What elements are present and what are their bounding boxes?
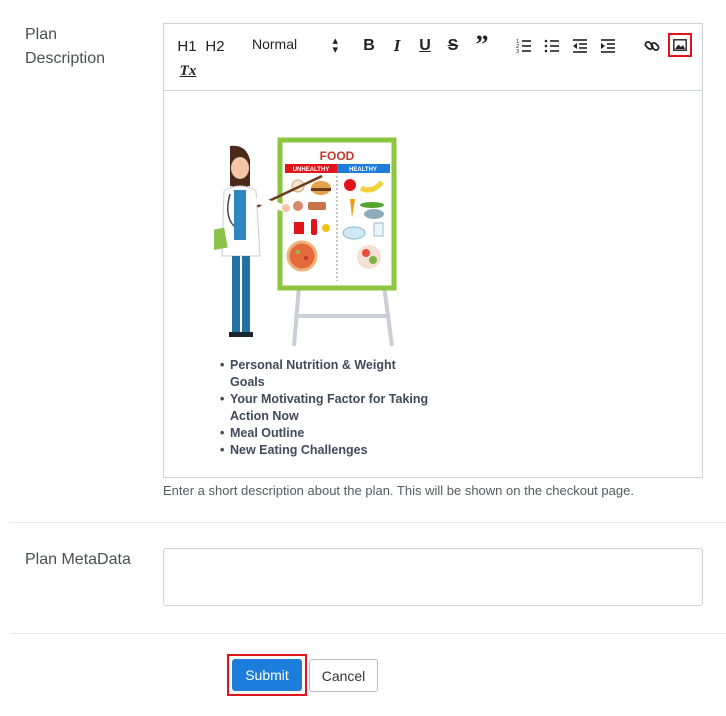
poster-healthy-tag: HEALTHY: [349, 167, 377, 173]
insert-image-button[interactable]: [668, 33, 692, 57]
list-item: New Eating Challenges: [220, 442, 430, 459]
submit-highlight: Submit: [227, 654, 307, 696]
cancel-button[interactable]: Cancel: [309, 659, 378, 692]
underline-button[interactable]: U: [416, 36, 434, 56]
plan-description-label: Plan Description: [25, 26, 106, 67]
indent-icon[interactable]: [599, 37, 617, 55]
image-icon: [673, 39, 687, 51]
clear-format-button[interactable]: Tx: [178, 61, 198, 81]
heading-2-button[interactable]: H2: [204, 36, 226, 56]
blockquote-button[interactable]: ”: [472, 32, 492, 58]
list-item: Meal Outline: [220, 425, 430, 442]
submit-button[interactable]: Submit: [232, 659, 302, 691]
list-item: Personal Nutrition & Weight Goals: [220, 357, 430, 391]
ordered-list-icon[interactable]: 123: [515, 37, 533, 55]
italic-button[interactable]: I: [388, 36, 406, 56]
poster-title: FOOD: [320, 149, 355, 163]
heading-1-button[interactable]: H1: [176, 36, 198, 56]
nutritionist-illustration: FOOD UNHEALTHY HEALTHY: [214, 137, 397, 347]
section-divider: [10, 633, 726, 634]
bullet-list-icon[interactable]: [543, 37, 561, 55]
description-bullet-list: Personal Nutrition & Weight Goals Your M…: [220, 357, 430, 459]
description-help-text: Enter a short description about the plan…: [163, 483, 634, 498]
strike-button[interactable]: S: [444, 36, 462, 56]
link-icon[interactable]: [643, 37, 661, 55]
outdent-icon[interactable]: [571, 37, 589, 55]
format-select[interactable]: Normal ▴ ▾: [252, 36, 342, 56]
poster-unhealthy-tag: UNHEALTHY: [293, 167, 330, 173]
svg-text:3: 3: [516, 49, 519, 54]
plan-metadata-input[interactable]: [163, 548, 703, 606]
list-item: Your Motivating Factor for Taking Action…: [220, 391, 430, 425]
plan-metadata-label: Plan MetaData: [25, 551, 131, 568]
section-divider: [10, 522, 726, 523]
editor-toolbar: H1 H2 Normal ▴ ▾ B I U S ” 123 Tx: [164, 24, 702, 91]
editor-content[interactable]: FOOD UNHEALTHY HEALTHY • Personal Nutrit…: [164, 91, 702, 477]
rich-text-editor: H1 H2 Normal ▴ ▾ B I U S ” 123 Tx FOOD U…: [163, 23, 703, 478]
bold-button[interactable]: B: [360, 36, 378, 56]
updown-arrow-icon: ▴ ▾: [332, 35, 338, 56]
